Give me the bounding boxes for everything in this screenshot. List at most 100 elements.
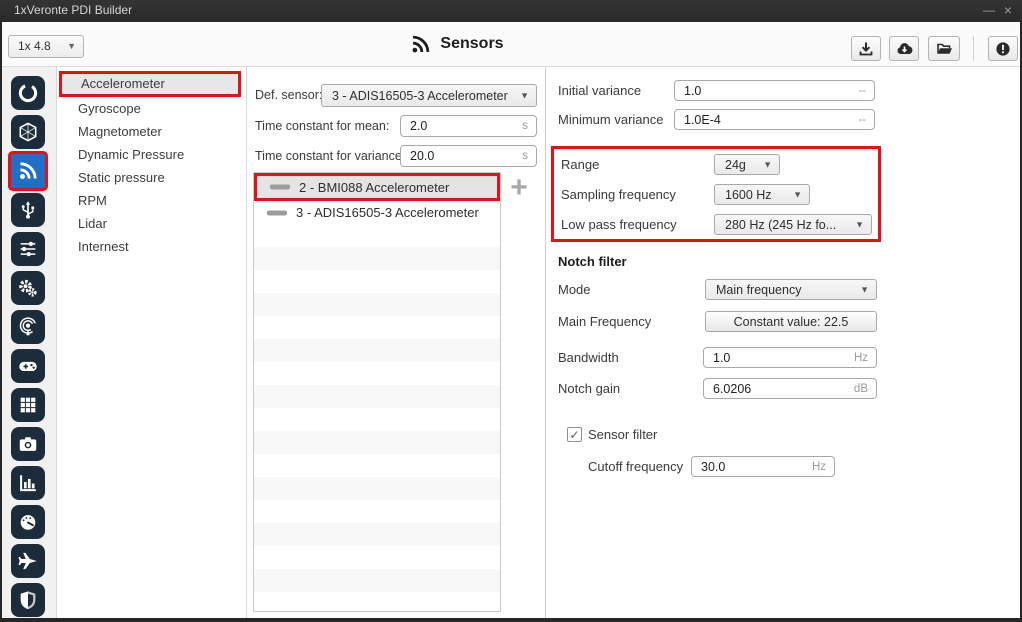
gears-icon: [17, 277, 39, 299]
sampling-frequency-label: Sampling frequency: [561, 184, 676, 205]
menu-item-gyroscope[interactable]: Gyroscope: [57, 97, 246, 120]
list-item-adis16505[interactable]: 3 - ADIS16505-3 Accelerometer: [254, 201, 500, 224]
def-sensor-dropdown[interactable]: 3 - ADIS16505-3 Accelerometer ▼: [321, 84, 537, 107]
time-variance-label: Time constant for variance:: [255, 145, 405, 167]
notch-gain-input[interactable]: 6.0206 dB: [703, 378, 877, 399]
time-mean-label: Time constant for mean:: [255, 115, 389, 137]
window-title: 1xVeronte PDI Builder: [14, 3, 132, 17]
sidebar-item-sensors[interactable]: [11, 154, 45, 188]
accelerometer-panel: Def. sensor: 3 - ADIS16505-3 Acceleromet…: [247, 67, 546, 618]
menu-item-accelerometer[interactable]: Accelerometer: [59, 71, 241, 97]
menu-item-lidar[interactable]: Lidar: [57, 212, 246, 235]
empty-row: [254, 247, 500, 270]
initial-variance-input[interactable]: 1.0 --: [674, 80, 875, 101]
sensor-type-menu: Accelerometer Gyroscope Magnetometer Dyn…: [57, 67, 247, 618]
notch-gain-label: Notch gain: [558, 378, 620, 399]
veronte-ring-icon: [17, 82, 39, 104]
bandwidth-input[interactable]: 1.0 Hz: [703, 347, 877, 368]
download-icon: [858, 41, 874, 57]
chevron-down-icon: ▼: [793, 189, 802, 199]
low-pass-frequency-dropdown[interactable]: 280 Hz (245 Hz fo... ▼: [714, 214, 872, 235]
list-item-label: 2 - BMI088 Accelerometer: [299, 176, 449, 198]
mode-label: Mode: [558, 279, 591, 300]
empty-row: [254, 592, 500, 612]
empty-row: [254, 270, 500, 293]
range-dropdown[interactable]: 24g ▼: [714, 154, 780, 175]
gamepad-icon: [17, 355, 39, 377]
version-dropdown[interactable]: 1x 4.8 ▼: [8, 35, 84, 58]
sidebar-item-veronte[interactable]: [11, 76, 45, 110]
open-file-button[interactable]: [928, 36, 960, 61]
cloud-download-button[interactable]: [889, 36, 919, 61]
menu-item-dynamic-pressure[interactable]: Dynamic Pressure: [57, 143, 246, 166]
title-bar: 1xVeronte PDI Builder — ×: [0, 0, 1022, 22]
menu-item-magnetometer[interactable]: Magnetometer: [57, 120, 246, 143]
minimum-variance-unit: --: [858, 110, 866, 129]
main-area: Accelerometer Gyroscope Magnetometer Dyn…: [2, 67, 1020, 618]
minimum-variance-input[interactable]: 1.0E-4 --: [674, 109, 875, 130]
minimum-variance-value: 1.0E-4: [684, 110, 721, 129]
minimum-variance-label: Minimum variance: [558, 109, 663, 130]
chevron-down-icon: ▼: [67, 36, 76, 57]
main-frequency-button[interactable]: Constant value: 22.5: [705, 311, 877, 332]
empty-row: [254, 546, 500, 569]
accelerometer-list: 2 - BMI088 Accelerometer 3 - ADIS16505-3…: [253, 172, 501, 612]
cutoff-frequency-input[interactable]: 30.0 Hz: [691, 456, 835, 477]
mode-value: Main frequency: [716, 280, 858, 299]
empty-row: [254, 408, 500, 431]
toolbar-separator: [973, 36, 974, 61]
add-sensor-button[interactable]: +: [505, 175, 533, 203]
check-icon: ✓: [569, 428, 579, 442]
sidebar-item-gauge[interactable]: [11, 505, 45, 539]
main-frequency-label: Main Frequency: [558, 311, 651, 332]
dash-icon: [267, 210, 287, 215]
sidebar-item-camera[interactable]: [11, 427, 45, 461]
sensor-filter-checkbox[interactable]: ✓: [567, 427, 582, 442]
empty-row: [254, 339, 500, 362]
sidebar-item-control[interactable]: [11, 232, 45, 266]
notch-gain-unit: dB: [854, 379, 868, 398]
gauge-icon: [17, 511, 39, 533]
range-settings-highlight-group: Range 24g ▼ Sampling frequency 1600 Hz ▼…: [551, 146, 881, 242]
cutoff-frequency-label: Cutoff frequency: [588, 456, 683, 477]
sensor-filter-label: Sensor filter: [588, 426, 657, 443]
close-button[interactable]: ×: [999, 0, 1017, 22]
menu-item-internest[interactable]: Internest: [57, 235, 246, 258]
empty-row: [254, 454, 500, 477]
time-variance-value: 20.0: [410, 146, 434, 166]
shield-icon: [17, 589, 39, 611]
info-icon: [995, 41, 1011, 57]
sidebar-item-connections[interactable]: [11, 193, 45, 227]
sidebar-item-stick[interactable]: [11, 349, 45, 383]
info-button[interactable]: [988, 36, 1018, 61]
list-item-bmi088[interactable]: 2 - BMI088 Accelerometer: [254, 173, 500, 201]
version-dropdown-value: 1x 4.8: [18, 39, 51, 53]
minimize-button[interactable]: —: [980, 0, 998, 22]
usb-icon: [17, 199, 39, 221]
dash-icon: [270, 185, 290, 190]
sidebar-item-hil[interactable]: [11, 466, 45, 500]
cloud-download-icon: [896, 41, 913, 57]
camera-icon: [17, 433, 39, 455]
mode-dropdown[interactable]: Main frequency ▼: [705, 279, 877, 300]
low-pass-frequency-value: 280 Hz (245 Hz fo...: [725, 215, 853, 234]
list-item-label: 3 - ADIS16505-3 Accelerometer: [296, 201, 479, 224]
sampling-frequency-dropdown[interactable]: 1600 Hz ▼: [714, 184, 810, 205]
sidebar-item-platform[interactable]: [11, 115, 45, 149]
time-variance-input[interactable]: 20.0 s: [400, 145, 537, 167]
sidebar-item-telemetry[interactable]: [11, 310, 45, 344]
menu-item-static-pressure[interactable]: Static pressure: [57, 166, 246, 189]
sidebar-item-tables[interactable]: [11, 388, 45, 422]
grid-icon: [17, 394, 39, 416]
sidebar-item-safety[interactable]: [11, 583, 45, 617]
sidebar-item-uav[interactable]: [11, 544, 45, 578]
save-to-unit-button[interactable]: [851, 36, 881, 61]
menu-item-rpm[interactable]: RPM: [57, 189, 246, 212]
time-mean-input[interactable]: 2.0 s: [400, 115, 537, 137]
empty-row: [254, 569, 500, 592]
empty-row: [254, 362, 500, 385]
chevron-down-icon: ▼: [855, 219, 864, 229]
initial-variance-label: Initial variance: [558, 80, 641, 101]
sidebar-item-automations[interactable]: [11, 271, 45, 305]
time-variance-unit: s: [522, 146, 528, 166]
